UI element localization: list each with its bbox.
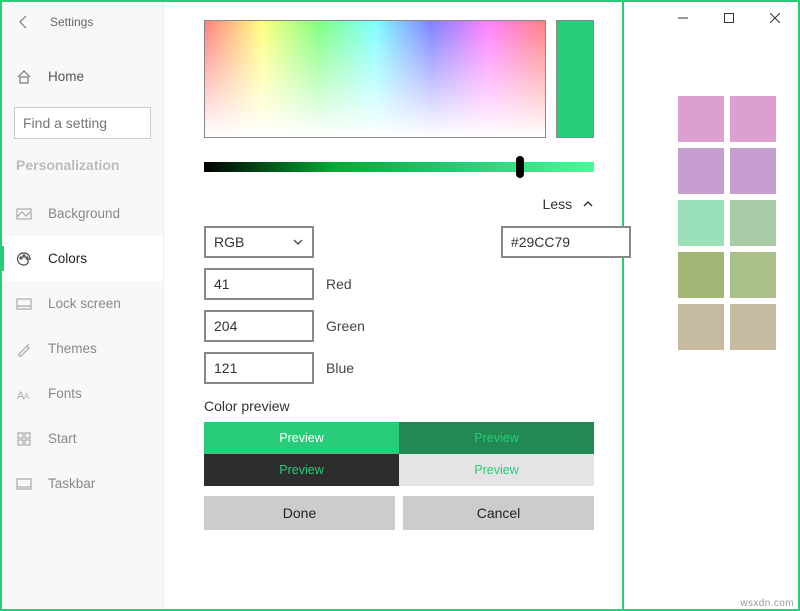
red-label: Red (326, 276, 352, 292)
sidebar-item-background[interactable]: Background (2, 191, 163, 236)
less-toggle[interactable]: Less (204, 196, 594, 212)
recent-colors-grid (678, 96, 776, 350)
svg-text:A: A (24, 392, 30, 401)
chevron-down-icon (292, 236, 304, 248)
recent-color-swatch[interactable] (678, 148, 724, 194)
recent-color-swatch[interactable] (730, 96, 776, 142)
green-input[interactable] (204, 310, 314, 342)
sidebar-item-start[interactable]: Start (2, 416, 163, 461)
close-button[interactable] (752, 2, 798, 34)
sidebar-home[interactable]: Home (2, 54, 163, 99)
sidebar-home-label: Home (48, 69, 84, 84)
chevron-up-icon (582, 198, 594, 210)
picture-icon (16, 206, 32, 222)
preview-swatch-2: Preview (399, 422, 594, 454)
maximize-button[interactable] (706, 2, 752, 34)
taskbar-icon (16, 476, 32, 492)
blue-label: Blue (326, 360, 354, 376)
less-label: Less (543, 196, 573, 212)
sidebar-item-label: Start (48, 431, 77, 446)
red-input[interactable] (204, 268, 314, 300)
recent-color-swatch[interactable] (678, 304, 724, 350)
search-container (14, 107, 151, 139)
done-button[interactable]: Done (204, 496, 395, 530)
sidebar-item-label: Lock screen (48, 296, 121, 311)
settings-sidebar: Settings Home Personalization Background (2, 2, 164, 609)
back-arrow-icon (16, 14, 32, 30)
color-mode-select[interactable]: RGB (204, 226, 314, 258)
recent-color-swatch[interactable] (678, 200, 724, 246)
minimize-button[interactable] (660, 2, 706, 34)
back-header[interactable]: Settings (2, 2, 163, 42)
hex-input[interactable] (501, 226, 631, 258)
recent-color-swatch[interactable] (730, 304, 776, 350)
watermark: wsxdn.com (740, 598, 794, 609)
search-input[interactable] (14, 107, 151, 139)
color-sample-swatch (556, 20, 594, 138)
start-icon (16, 431, 32, 447)
palette-icon (16, 251, 32, 267)
green-label: Green (326, 318, 365, 334)
sidebar-heading: Personalization (2, 153, 163, 191)
recent-color-swatch[interactable] (730, 200, 776, 246)
fonts-icon: AA (16, 386, 32, 402)
color-preview-grid: Preview Preview Preview Preview (204, 422, 594, 486)
cancel-button[interactable]: Cancel (403, 496, 594, 530)
sidebar-item-fonts[interactable]: AA Fonts (2, 371, 163, 416)
lightness-track (204, 162, 594, 172)
preview-swatch-3: Preview (204, 454, 399, 486)
preview-swatch-4: Preview (399, 454, 594, 486)
sidebar-item-label: Background (48, 206, 120, 221)
saturation-value-field[interactable] (204, 20, 546, 138)
sidebar-item-label: Themes (48, 341, 97, 356)
color-picker-panel: Less RGB Red (164, 2, 624, 609)
lock-screen-icon (16, 296, 32, 312)
back-title: Settings (50, 15, 93, 29)
recent-color-swatch[interactable] (678, 96, 724, 142)
lightness-thumb[interactable] (516, 156, 524, 178)
lightness-slider[interactable] (204, 162, 594, 174)
color-mode-value: RGB (214, 234, 244, 250)
themes-icon (16, 341, 32, 357)
sidebar-item-lock-screen[interactable]: Lock screen (2, 281, 163, 326)
sidebar-item-themes[interactable]: Themes (2, 326, 163, 371)
sidebar-item-label: Colors (48, 251, 87, 266)
home-icon (16, 69, 32, 85)
preview-title: Color preview (204, 398, 594, 414)
sidebar-item-label: Taskbar (48, 476, 95, 491)
blue-input[interactable] (204, 352, 314, 384)
recent-color-swatch[interactable] (730, 252, 776, 298)
sidebar-item-label: Fonts (48, 386, 82, 401)
recent-color-swatch[interactable] (730, 148, 776, 194)
preview-swatch-1: Preview (204, 422, 399, 454)
recent-color-swatch[interactable] (678, 252, 724, 298)
sidebar-item-colors[interactable]: Colors (2, 236, 163, 281)
sidebar-item-taskbar[interactable]: Taskbar (2, 461, 163, 506)
